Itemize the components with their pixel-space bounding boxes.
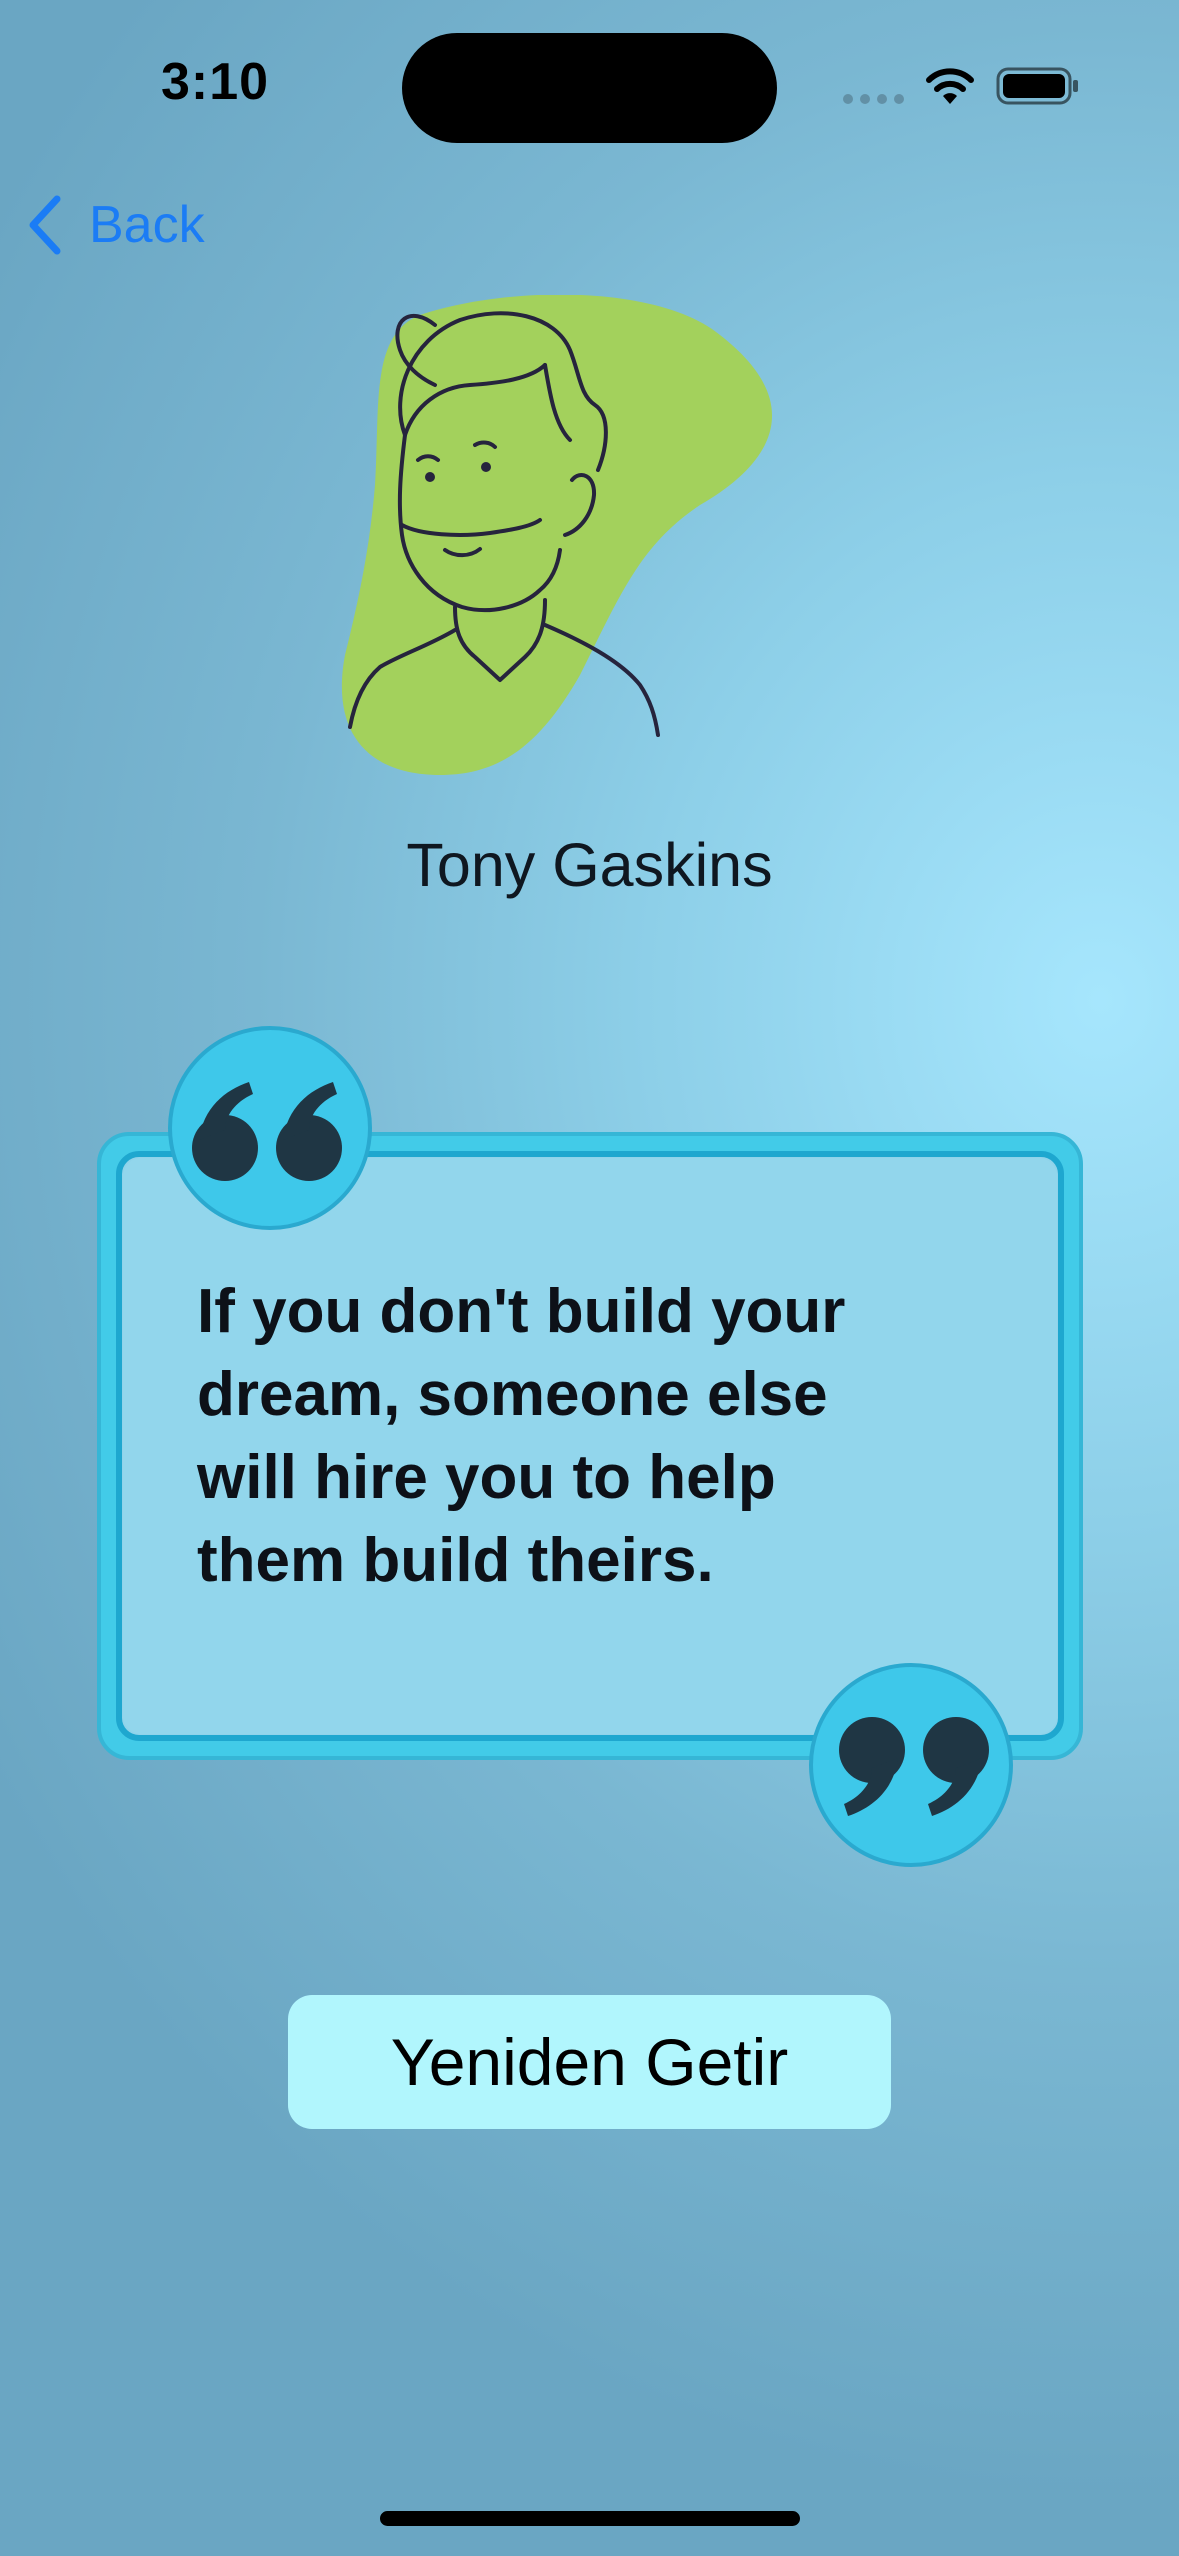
battery-icon bbox=[996, 67, 1078, 105]
author-name: Tony Gaskins bbox=[406, 831, 773, 899]
back-button[interactable]: Back bbox=[25, 190, 205, 260]
wifi-icon bbox=[926, 68, 974, 104]
status-bar: 3:10 bbox=[0, 0, 1179, 170]
dynamic-island bbox=[402, 33, 777, 143]
cellular-signal-icon bbox=[843, 94, 904, 104]
back-label: Back bbox=[89, 196, 205, 254]
man-portrait-illustration bbox=[341, 295, 773, 775]
home-indicator[interactable] bbox=[380, 2511, 800, 2526]
status-time: 3:10 bbox=[160, 53, 270, 111]
quote-text: If you don't build your dream, someone e… bbox=[197, 1277, 846, 1595]
close-quote-icon bbox=[809, 1663, 1013, 1867]
reload-quote-button[interactable]: Yeniden Getir bbox=[288, 1995, 891, 2129]
open-quote-icon bbox=[168, 1026, 372, 1230]
avatar-blob bbox=[341, 295, 773, 775]
chevron-left-icon bbox=[29, 195, 61, 255]
